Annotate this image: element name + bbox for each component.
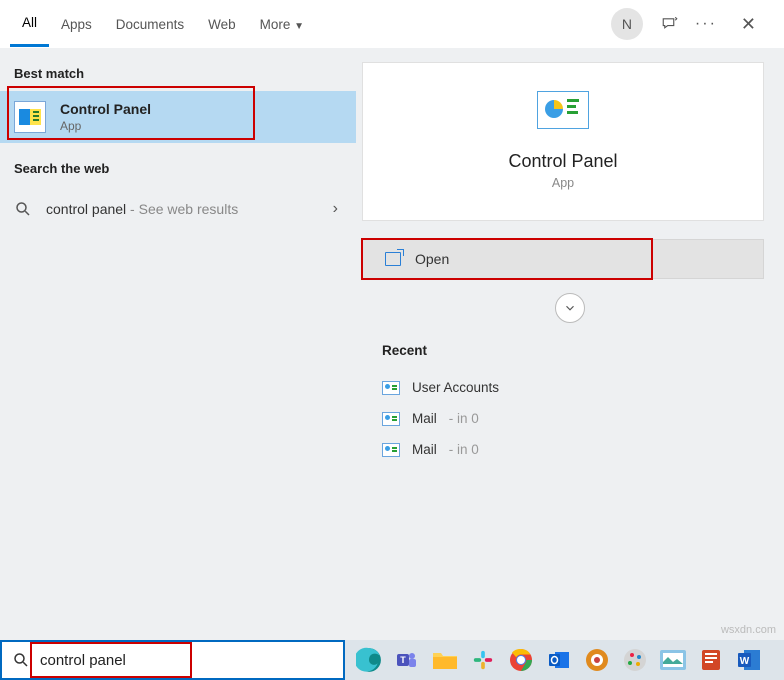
result-title: Control Panel [60,101,151,117]
tab-apps[interactable]: Apps [49,3,104,46]
chevron-right-icon: › [333,200,342,218]
footer: T W [0,640,784,680]
recent-item[interactable]: User Accounts [382,372,764,403]
search-box[interactable] [0,640,345,680]
highlight-annotation-2 [361,238,653,280]
taskbar: T W [345,640,784,680]
app-icon[interactable] [657,644,689,676]
svg-text:T: T [400,655,406,665]
control-panel-icon [382,381,400,395]
file-explorer-icon[interactable] [429,644,461,676]
search-web-label: Search the web [0,143,356,186]
app-icon[interactable] [619,644,651,676]
tab-all[interactable]: All [10,1,49,47]
best-match-label: Best match [0,48,356,91]
open-label: Open [415,251,449,267]
chevron-down-icon: ▼ [294,21,304,32]
open-icon [385,252,401,266]
chrome-icon[interactable] [505,644,537,676]
word-icon[interactable]: W [733,644,765,676]
filter-tabs: All Apps Documents Web More ▼ N ··· ✕ [0,0,784,48]
search-icon [12,651,30,669]
control-panel-icon [382,443,400,457]
search-icon [14,200,32,218]
feedback-icon[interactable] [661,15,679,33]
expand-button[interactable] [555,293,585,323]
user-avatar[interactable]: N [611,8,643,40]
detail-panel: Control Panel App Open Recent User Accou… [356,48,784,640]
detail-subtitle: App [363,176,763,190]
edge-icon[interactable] [353,644,385,676]
control-panel-large-icon [537,91,589,129]
more-options-icon[interactable]: ··· [697,15,715,33]
tab-web[interactable]: Web [196,3,248,46]
outlook-icon[interactable] [543,644,575,676]
recent-item[interactable]: Mail - in 0 [382,403,764,434]
teams-icon[interactable]: T [391,644,423,676]
web-result-row[interactable]: control panel - See web results › [0,186,356,232]
detail-card: Control Panel App [362,62,764,221]
detail-title: Control Panel [363,151,763,172]
open-action[interactable]: Open [362,239,764,279]
web-result-text: control panel - See web results [46,201,238,217]
app-icon[interactable] [695,644,727,676]
close-button[interactable]: ✕ [733,10,764,39]
results-panel: Best match Control Panel App Search the … [0,48,356,640]
tab-documents[interactable]: Documents [104,3,196,46]
search-input[interactable] [40,652,333,669]
recent-label: Recent [382,343,764,358]
best-match-result[interactable]: Control Panel App [0,91,356,143]
svg-text:W: W [740,656,750,667]
control-panel-icon [382,412,400,426]
result-subtitle: App [60,119,151,133]
slack-icon[interactable] [467,644,499,676]
app-icon[interactable] [581,644,613,676]
control-panel-icon [14,101,46,133]
watermark: wsxdn.com [721,624,776,636]
recent-item[interactable]: Mail - in 0 [382,434,764,465]
tab-more[interactable]: More ▼ [248,3,316,46]
